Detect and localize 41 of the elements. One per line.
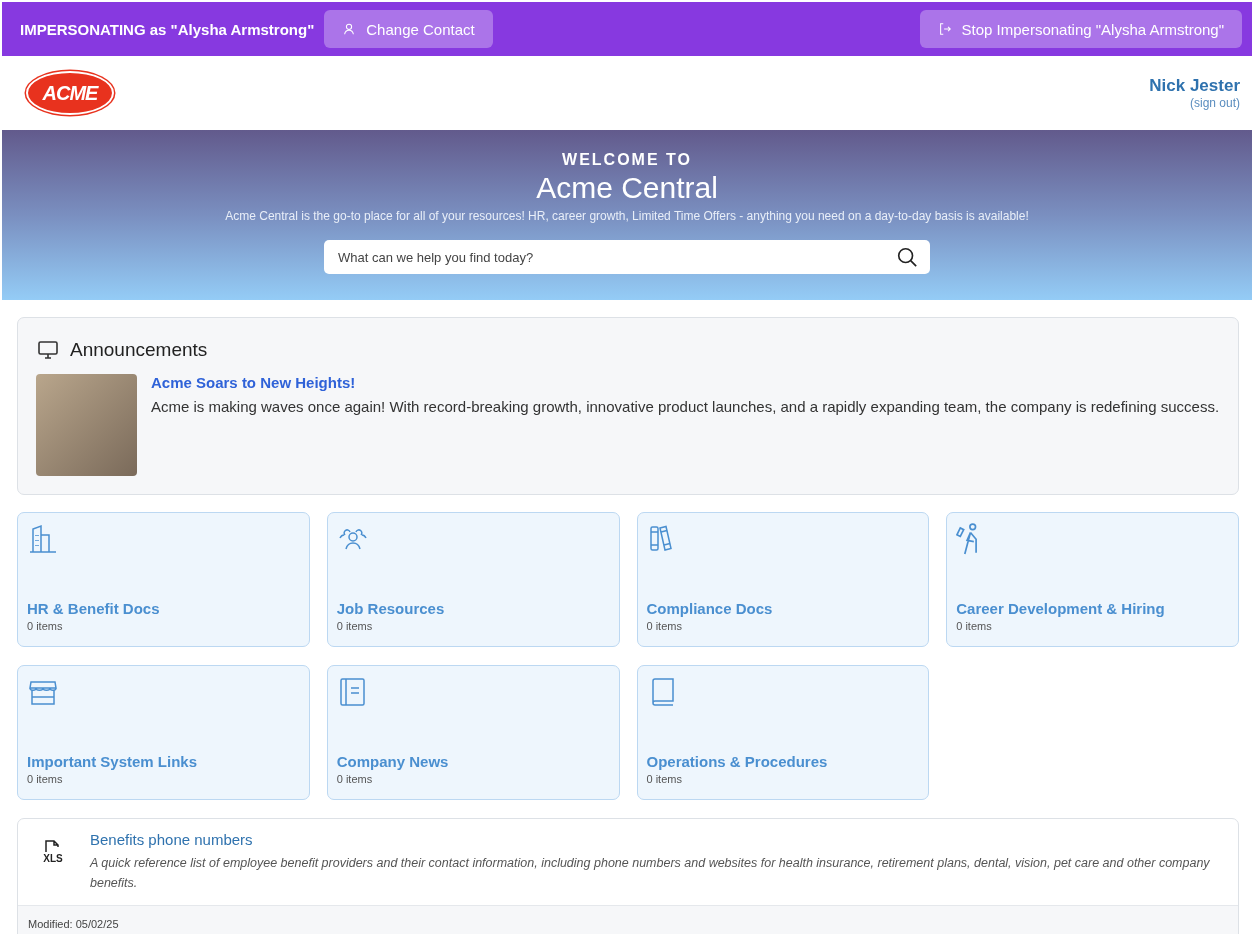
document-title-link[interactable]: Benefits phone numbers bbox=[90, 831, 253, 848]
category-title: Job Resources bbox=[336, 600, 446, 617]
modified-date: Modified: 05/02/25 bbox=[28, 918, 119, 930]
category-title: Operations & Procedures bbox=[646, 753, 829, 770]
category-title: Company News bbox=[336, 753, 450, 770]
user-name-link[interactable]: Nick Jester bbox=[1149, 76, 1240, 96]
category-tile[interactable]: Important System Links 0 items bbox=[17, 665, 310, 800]
announcements-heading: Announcements bbox=[70, 339, 208, 361]
item-count: 0 items bbox=[27, 620, 64, 632]
category-tile[interactable]: Career Development & Hiring 0 items bbox=[946, 512, 1239, 647]
announcement-text: Acme is making waves once again! With record-breaking growth, innovative product launches, and a rapidly expanding team, the company is redefining success. bbox=[151, 397, 1220, 417]
sign-out-link[interactable]: (sign out) bbox=[1189, 96, 1240, 110]
search-field[interactable]: What can we help you find today? bbox=[324, 240, 930, 274]
category-title: Compliance Docs bbox=[646, 600, 774, 617]
hero-title: Acme Central bbox=[536, 171, 718, 205]
category-title: Important System Links bbox=[27, 753, 199, 770]
category-title: HR & Benefit Docs bbox=[27, 600, 161, 617]
item-count: 0 items bbox=[956, 620, 993, 632]
item-count: 0 items bbox=[336, 773, 374, 785]
category-tile[interactable]: Compliance Docs 0 items bbox=[636, 512, 930, 647]
hero-eyebrow: WELCOME TO bbox=[562, 151, 692, 169]
impersonation-label: IMPERSONATING as "Alysha Armstrong" bbox=[20, 20, 315, 38]
building-icon bbox=[27, 523, 59, 555]
acme-logo[interactable]: ACME bbox=[26, 71, 114, 115]
monitor-icon bbox=[36, 338, 60, 362]
user-icon bbox=[342, 22, 357, 36]
category-tile[interactable]: Company News 0 items bbox=[326, 665, 620, 800]
category-title: Career Development & Hiring bbox=[956, 600, 1166, 617]
announcement-title-link[interactable]: Acme Soars to New Heights! bbox=[151, 374, 356, 391]
category-tile[interactable]: Operations & Procedures 0 items bbox=[636, 665, 930, 800]
item-count: 0 items bbox=[336, 620, 374, 632]
hiker-icon bbox=[956, 523, 978, 555]
search-icon[interactable] bbox=[896, 246, 918, 268]
category-tile[interactable]: HR & Benefit Docs 0 items bbox=[17, 512, 310, 647]
hero-subtitle: Acme Central is the go-to place for all of your resources! HR, career growth, Limited Time Offers - anything you need on a day-to-day basis is available! bbox=[225, 209, 1029, 223]
category-tile[interactable]: Job Resources 0 items bbox=[326, 512, 620, 647]
item-count: 0 items bbox=[27, 773, 64, 785]
document-description: A quick reference list of employee benefit providers and their contact information, including phone numbers and websites for health insurance, retirement plans, dental, vision, pet care and other company benefits. bbox=[90, 855, 1211, 892]
item-count: 0 items bbox=[646, 773, 683, 785]
item-count: 0 items bbox=[646, 620, 683, 632]
exit-icon bbox=[937, 22, 952, 36]
